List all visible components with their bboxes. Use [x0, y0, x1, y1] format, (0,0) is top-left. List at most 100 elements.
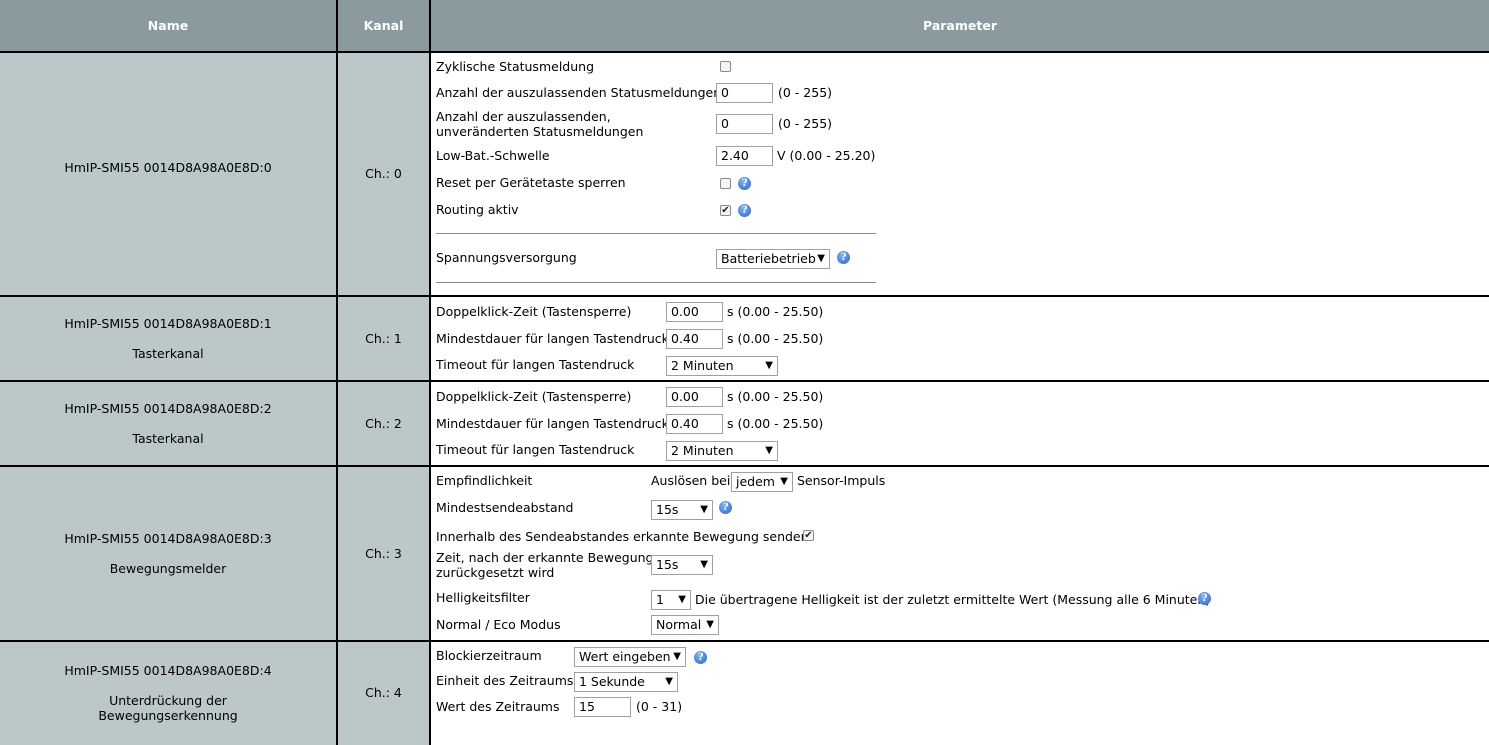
device-name: HmIP-SMI55 0014D8A98A0E8D:0: [64, 160, 272, 175]
chevron-down-icon: ▼: [817, 253, 825, 264]
help-icon[interactable]: ?: [694, 651, 707, 664]
device-name: HmIP-SMI55 0014D8A98A0E8D:1: [64, 316, 272, 331]
timeout-select-value: 2 Minuten: [671, 358, 734, 373]
table-row: HmIP-SMI55 0014D8A98A0E8D:4 Unterdrückun…: [0, 642, 336, 745]
within-interval-label: Innerhalb des Sendeabstandes erkannte Be…: [436, 529, 809, 544]
skip-unchanged-input[interactable]: 0: [716, 114, 773, 134]
timeout-select[interactable]: 2 Minuten ▼: [666, 441, 778, 461]
channel-cell: Ch.: 0: [338, 53, 429, 295]
min-interval-label: Mindestsendeabstand: [436, 500, 574, 515]
within-interval-checkbox[interactable]: ✔: [803, 530, 814, 541]
sensitivity-prefix: Auslösen bei: [651, 473, 731, 488]
brightness-label: Helligkeitsfilter: [436, 590, 530, 605]
channel-cell: Ch.: 2: [338, 382, 429, 465]
device-name: HmIP-SMI55 0014D8A98A0E8D:3: [64, 531, 272, 546]
unit-label: Einheit des Zeitraums: [436, 673, 574, 688]
device-subtitle: Tasterkanal: [132, 346, 204, 361]
brightness-select[interactable]: 1 ▼: [651, 590, 691, 610]
lowbat-label: Low-Bat.-Schwelle: [436, 148, 550, 163]
device-subtitle: Unterdrückung der: [109, 693, 227, 708]
dblclick-input[interactable]: 0.00: [666, 387, 723, 407]
longpress-input[interactable]: 0.40: [666, 329, 723, 349]
chevron-down-icon: ▼: [673, 651, 681, 662]
header-parameter: Parameter: [431, 0, 1489, 51]
table-row: HmIP-SMI55 0014D8A98A0E8D:2 Tasterkanal: [0, 382, 336, 465]
lowbat-range: V (0.00 - 25.20): [777, 148, 876, 163]
skip-unchanged-label-line2: unveränderten Statusmeldungen: [436, 124, 644, 139]
help-icon[interactable]: ?: [738, 204, 751, 217]
separator: [436, 233, 876, 234]
skip-status-label: Anzahl der auszulassenden Statusmeldunge…: [436, 85, 722, 100]
help-icon[interactable]: ?: [719, 501, 732, 514]
cyclic-status-label: Zyklische Statusmeldung: [436, 59, 595, 74]
dblclick-input[interactable]: 0.00: [666, 302, 723, 322]
device-name: HmIP-SMI55 0014D8A98A0E8D:2: [64, 401, 272, 416]
chevron-down-icon: ▼: [700, 559, 708, 570]
block-label: Blockierzeitraum: [436, 648, 542, 663]
longpress-range: s (0.00 - 25.50): [727, 331, 824, 346]
timeout-select[interactable]: 2 Minuten ▼: [666, 356, 778, 376]
chevron-down-icon: ▼: [678, 594, 686, 605]
dblclick-label: Doppelklick-Zeit (Tastensperre): [436, 304, 632, 319]
separator: [436, 282, 876, 283]
power-label: Spannungsversorgung: [436, 250, 577, 265]
reset-time-label: Zeit, nach der erkannte Bewegung: [436, 550, 654, 565]
chevron-down-icon: ▼: [706, 619, 714, 630]
dblclick-range: s (0.00 - 25.50): [727, 389, 824, 404]
channel-label: Ch.: 0: [365, 166, 402, 181]
timeout-select-value: 2 Minuten: [671, 443, 734, 458]
sensitivity-suffix: Sensor-Impuls: [797, 473, 886, 488]
column-divider: [429, 0, 431, 745]
reset-time-select[interactable]: 15s ▼: [651, 555, 713, 575]
channel-label: Ch.: 3: [365, 546, 402, 561]
chevron-down-icon: ▼: [665, 676, 673, 687]
longpress-input[interactable]: 0.40: [666, 414, 723, 434]
lowbat-input[interactable]: 2.40: [716, 146, 773, 166]
channel-cell: Ch.: 1: [338, 297, 429, 380]
eco-select[interactable]: Normal ▼: [651, 615, 719, 635]
timeout-label: Timeout für langen Tastendruck: [436, 442, 635, 457]
dblclick-range: s (0.00 - 25.50): [727, 304, 824, 319]
cyclic-status-checkbox[interactable]: [720, 61, 731, 72]
unit-select-value: 1 Sekunde: [579, 674, 645, 689]
chevron-down-icon: ▼: [765, 360, 773, 371]
sensitivity-select[interactable]: jedem ▼: [731, 472, 793, 492]
skip-unchanged-range: (0 - 255): [778, 116, 833, 131]
power-select-value: Batteriebetrieb: [721, 251, 816, 266]
skip-unchanged-label: Anzahl der auszulassenden,: [436, 109, 611, 124]
reset-time-label-line2: zurückgesetzt wird: [436, 565, 555, 580]
device-subtitle: Tasterkanal: [132, 431, 204, 446]
value-label: Wert des Zeitraums: [436, 699, 560, 714]
routing-checkbox[interactable]: ✔: [720, 205, 731, 216]
min-interval-select[interactable]: 15s ▼: [651, 500, 713, 520]
device-subtitle: Bewegungsmelder: [109, 561, 227, 576]
min-interval-select-value: 15s: [656, 502, 679, 517]
value-input[interactable]: 15: [574, 697, 631, 717]
help-icon[interactable]: ?: [1198, 592, 1211, 605]
sensitivity-select-value: jedem: [736, 474, 775, 489]
channel-label: Ch.: 1: [365, 331, 402, 346]
timeout-label: Timeout für langen Tastendruck: [436, 357, 635, 372]
value-range: (0 - 31): [636, 699, 683, 714]
channel-label: Ch.: 4: [365, 685, 402, 700]
help-icon[interactable]: ?: [837, 251, 850, 264]
chevron-down-icon: ▼: [780, 476, 788, 487]
table-row: HmIP-SMI55 0014D8A98A0E8D:0: [0, 53, 336, 295]
brightness-select-value: 1: [656, 592, 664, 607]
longpress-label: Mindestdauer für langen Tastendruck: [436, 331, 669, 346]
skip-status-range: (0 - 255): [778, 85, 833, 100]
help-icon[interactable]: ?: [738, 177, 751, 190]
power-select[interactable]: Batteriebetrieb ▼: [716, 249, 830, 269]
skip-status-input[interactable]: 0: [716, 83, 773, 103]
block-select-value: Wert eingeben: [579, 649, 671, 664]
reset-lock-checkbox[interactable]: [720, 178, 731, 189]
block-select[interactable]: Wert eingeben ▼: [574, 647, 686, 667]
channel-cell: Ch.: 4: [338, 642, 429, 745]
sensitivity-label: Empfindlichkeit: [436, 473, 533, 488]
header-name: Name: [0, 0, 336, 51]
chevron-down-icon: ▼: [765, 445, 773, 456]
channel-label: Ch.: 2: [365, 416, 402, 431]
chevron-down-icon: ▼: [700, 504, 708, 515]
table-row: HmIP-SMI55 0014D8A98A0E8D:3 Bewegungsmel…: [0, 467, 336, 640]
unit-select[interactable]: 1 Sekunde ▼: [574, 672, 678, 692]
